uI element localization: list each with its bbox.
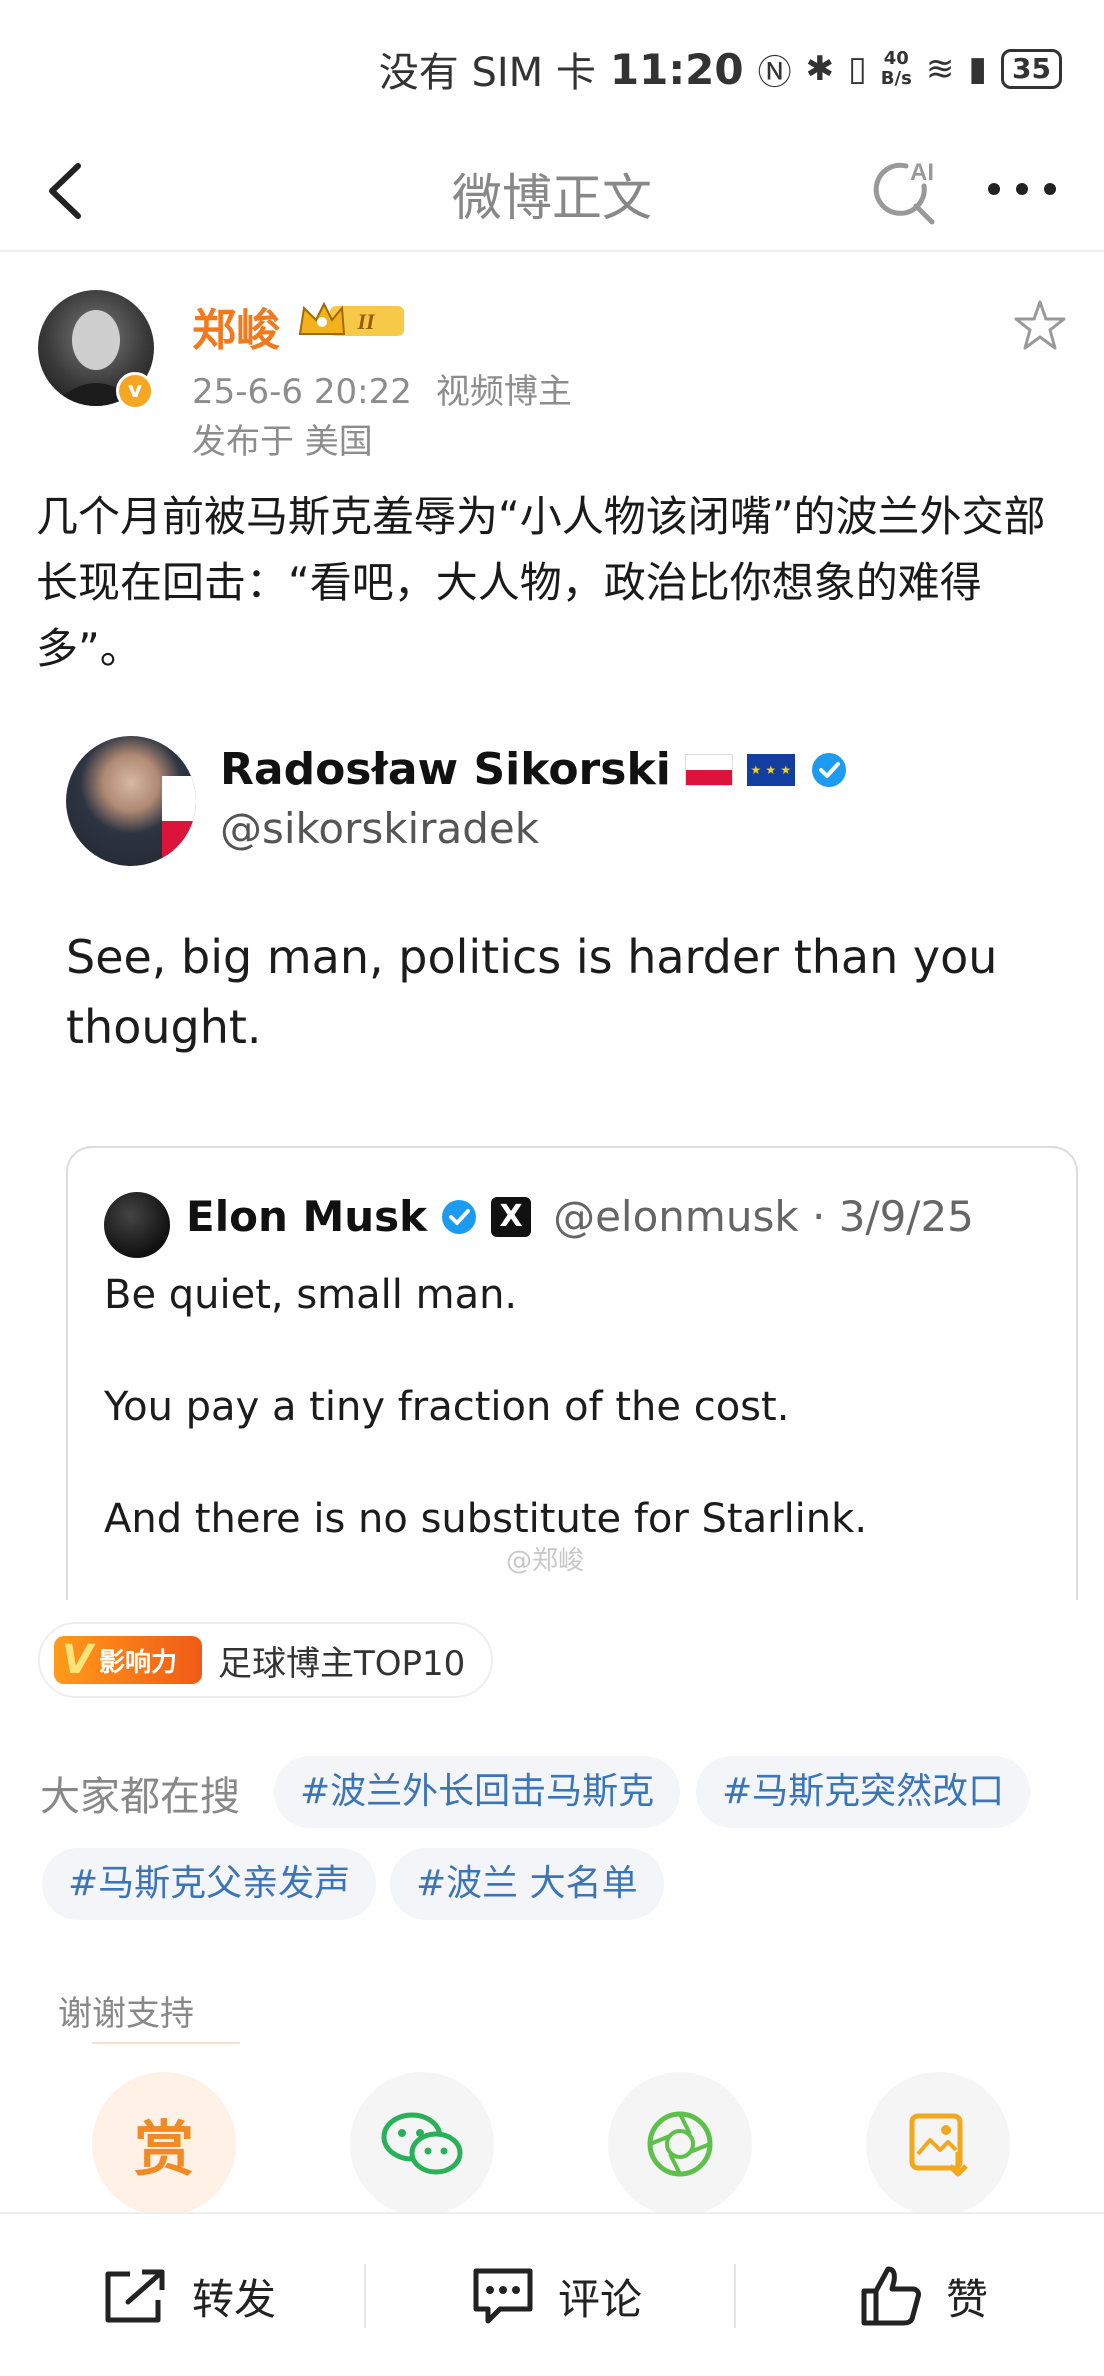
tweet-author-avatar (66, 736, 196, 866)
nfc-icon: Ⓝ (757, 52, 792, 93)
reward-button[interactable]: 赏 (92, 2072, 236, 2216)
comment-icon (473, 2268, 533, 2324)
bottom-action-bar: 转发 评论 赞 (0, 2212, 1104, 2376)
repost-icon (105, 2269, 165, 2323)
quoted-line-2: You pay a tiny fraction of the cost. (104, 1384, 790, 1430)
influence-badge: V 影响力 (54, 1636, 202, 1684)
verified-badge: v (116, 372, 154, 410)
author-role: 视频博主 (435, 372, 572, 412)
ai-label: AI (910, 159, 934, 186)
post-text: 几个月前被马斯克羞辱为“小人物该闭嘴”的波兰外交部长现在回击：“看吧，大人物，政… (36, 492, 1046, 673)
comment-button[interactable]: 评论 (470, 2214, 642, 2376)
repost-button[interactable]: 转发 (100, 2214, 276, 2376)
quoted-tweet: Elon Musk X @elonmusk · 3/9/25 Be quiet,… (66, 1146, 1078, 1600)
wifi-icon: ≋ (925, 49, 955, 89)
verified-check-icon (811, 752, 846, 787)
tweet-author-handle: @sikorskiradek (220, 804, 540, 853)
divider (734, 2264, 736, 2328)
star-icon[interactable] (1012, 298, 1068, 354)
comment-label: 评论 (558, 2274, 643, 2324)
post-location: 发布于 美国 (192, 422, 373, 462)
quoted-author-avatar (104, 1192, 170, 1258)
tweet-author-name-row: Radosław Sikorski ★ ★ ★ (220, 744, 849, 795)
alert-icon: ▮ (968, 49, 988, 89)
like-button[interactable]: 赞 (858, 2214, 988, 2376)
influence-label: 足球博主TOP10 (218, 1643, 466, 1684)
support-title: 谢谢支持 (58, 1994, 194, 2034)
tweet-text: See, big man, politics is harder than yo… (66, 930, 998, 1054)
influence-v-icon: V (62, 1637, 93, 1683)
post-image[interactable]: Radosław Sikorski ★ ★ ★ @sikorskiradek S… (36, 700, 1084, 1600)
x-logo-icon: X (491, 1196, 532, 1237)
moments-share-button[interactable] (608, 2072, 752, 2216)
status-bar: 没有 SIM 卡 11:20 Ⓝ ✱ ▯ 40 B/s ≋ ▮ 35 (0, 0, 1104, 130)
clock: 11:20 (609, 44, 744, 94)
search-tag[interactable]: #波兰外长回击马斯克 (274, 1756, 681, 1828)
quoted-header: Elon Musk X @elonmusk · 3/9/25 (186, 1192, 974, 1241)
search-tag[interactable]: #马斯克父亲发声 (42, 1848, 377, 1920)
poland-flag-icon (684, 753, 733, 786)
verified-check-icon (442, 1199, 477, 1234)
quoted-author-name: Elon Musk (186, 1192, 428, 1241)
save-image-button[interactable] (866, 2072, 1010, 2216)
wechat-share-button[interactable] (350, 2072, 494, 2216)
post-date: 25-6-6 20:22 (192, 372, 412, 412)
thumbs-up-icon (861, 2266, 921, 2326)
like-label: 赞 (946, 2274, 989, 2324)
moments-icon (647, 2111, 713, 2177)
carrier-text: 没有 SIM 卡 (378, 50, 596, 96)
quoted-line-3: And there is no substitute for Starlink. (104, 1496, 868, 1542)
post-meta: 25-6-6 20:22 视频博主 (192, 364, 596, 413)
more-icon[interactable] (986, 174, 1058, 204)
hot-search-label: 大家都在搜 (40, 1774, 240, 1820)
tweet-author-name: Radosław Sikorski (220, 744, 671, 795)
author-name[interactable]: 郑峻 (192, 294, 280, 358)
eu-flag-icon: ★ ★ ★ (746, 753, 795, 786)
battery-indicator: 35 (1001, 49, 1062, 89)
search-tag[interactable]: #马斯克突然改口 (696, 1756, 1031, 1828)
search-tag[interactable]: #波兰 大名单 (390, 1848, 664, 1920)
ai-search-icon[interactable]: AI (866, 152, 946, 232)
influence-badge-text: 影响力 (98, 1647, 177, 1678)
bluetooth-icon: ✱ (805, 49, 835, 89)
save-image-icon (909, 2113, 968, 2177)
status-right: 没有 SIM 卡 11:20 Ⓝ ✱ ▯ 40 B/s ≋ ▮ 35 (379, 40, 1062, 98)
divider (364, 2264, 366, 2328)
influence-tag[interactable]: V 影响力 足球博主TOP10 (38, 1622, 494, 1698)
quoted-line-1: Be quiet, small man. (104, 1272, 518, 1318)
support-underline (92, 2042, 240, 2044)
vip-crown-icon: II (298, 301, 404, 336)
nav-bar: 微博正文 AI (0, 130, 1104, 252)
wechat-icon (381, 2112, 463, 2175)
quoted-handle-date: @elonmusk · 3/9/25 (553, 1192, 974, 1241)
net-speed: 40 B/s (880, 48, 912, 89)
vibrate-icon: ▯ (848, 49, 867, 89)
repost-label: 转发 (192, 2274, 277, 2324)
weibo-watermark: @郑峻 (506, 1546, 585, 1576)
vip-level: II (356, 309, 376, 334)
